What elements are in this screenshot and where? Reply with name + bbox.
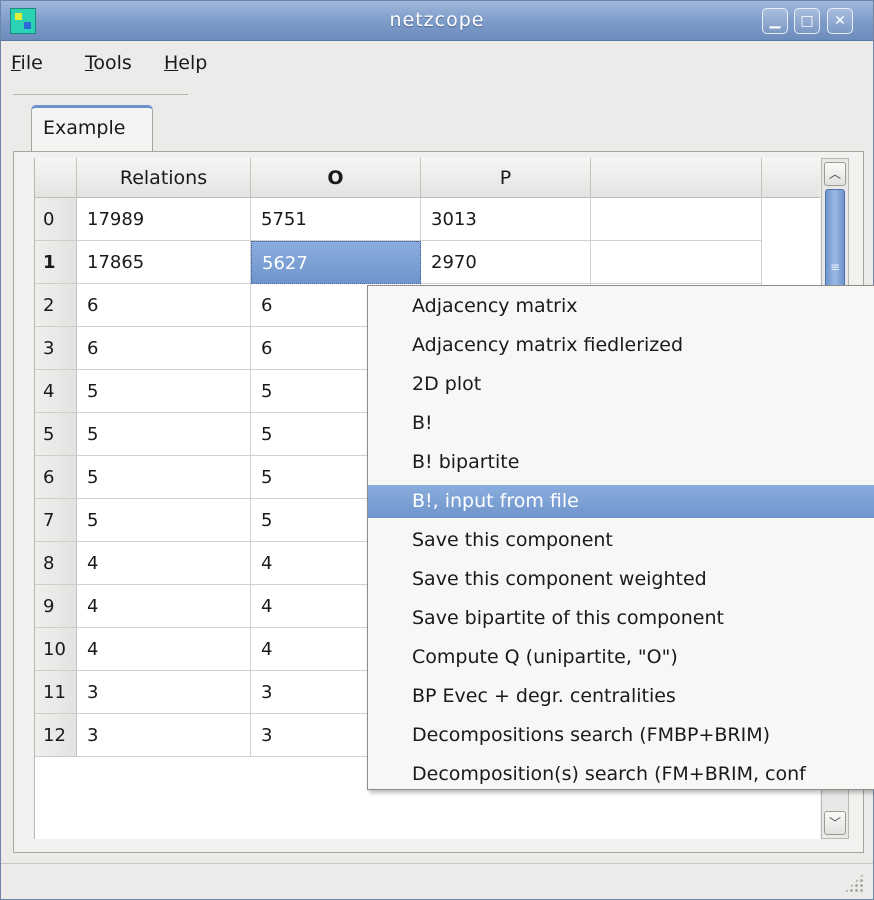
row-header[interactable]: 2 <box>35 284 77 327</box>
table-cell[interactable] <box>591 198 762 241</box>
table-cell[interactable]: 6 <box>77 327 251 370</box>
chevron-down-icon: ﹀ <box>828 816 841 830</box>
context-menu-item[interactable]: Decomposition(s) search (FM+BRIM, conf <box>368 758 874 789</box>
close-icon: ✕ <box>834 13 846 29</box>
context-menu: Adjacency matrix Adjacency matrix fiedler… <box>367 285 874 790</box>
maximize-button[interactable]: □ <box>794 8 820 34</box>
table-cell[interactable]: 4 <box>77 542 251 585</box>
table-cell[interactable]: 6 <box>77 284 251 327</box>
scroll-up-button[interactable]: ︿ <box>824 162 846 186</box>
menu-separator <box>13 94 188 95</box>
context-menu-item[interactable]: Save this component weighted <box>368 563 874 596</box>
window-title: netzcope <box>389 9 485 31</box>
context-menu-item[interactable]: Decompositions search (FMBP+BRIM) <box>368 719 874 752</box>
row-header[interactable]: 4 <box>35 370 77 413</box>
context-menu-item[interactable]: B! <box>368 407 874 440</box>
table-cell[interactable]: 5 <box>77 456 251 499</box>
row-header[interactable]: 8 <box>35 542 77 585</box>
table-cell[interactable]: 3 <box>77 671 251 714</box>
minimize-button[interactable]: ▁ <box>762 8 788 34</box>
row-header[interactable]: 12 <box>35 714 77 757</box>
grip-icon: ≡ <box>829 260 841 274</box>
table-cell[interactable]: 5751 <box>251 198 421 241</box>
column-header-p[interactable]: P <box>421 158 591 198</box>
row-header[interactable]: 3 <box>35 327 77 370</box>
menu-file[interactable]: File <box>11 52 43 74</box>
row-header[interactable]: 0 <box>35 198 77 241</box>
table-cell[interactable]: 5 <box>77 413 251 456</box>
column-header-relations[interactable]: Relations <box>77 158 251 198</box>
status-bar-divider <box>1 863 873 864</box>
table-cell[interactable]: 17865 <box>77 241 251 284</box>
row-header[interactable]: 7 <box>35 499 77 542</box>
row-header[interactable]: 5 <box>35 413 77 456</box>
menu-help[interactable]: Help <box>164 52 207 74</box>
table-cell-selected[interactable]: 5627 <box>251 241 421 284</box>
context-menu-item[interactable]: Save this component <box>368 524 874 557</box>
row-header[interactable]: 6 <box>35 456 77 499</box>
column-header-o[interactable]: O <box>251 158 421 198</box>
maximize-icon: □ <box>800 13 814 29</box>
menu-bar: File Tools Help <box>1 41 873 87</box>
tab-example[interactable]: Example <box>31 105 153 151</box>
table-cell[interactable]: 17989 <box>77 198 251 241</box>
scroll-down-button[interactable]: ﹀ <box>824 811 846 835</box>
close-button[interactable]: ✕ <box>827 8 853 34</box>
main-window: netzcope ▁ □ ✕ File Tools Help Example R… <box>0 0 874 900</box>
table-cell[interactable]: 4 <box>77 628 251 671</box>
context-menu-item[interactable]: Adjacency matrix fiedlerized <box>368 329 874 362</box>
table-cell[interactable]: 3013 <box>421 198 591 241</box>
corner-header[interactable] <box>35 158 77 198</box>
table-cell[interactable] <box>591 241 762 284</box>
table-row[interactable]: 1 17865 5627 2970 <box>35 241 820 284</box>
resize-grip-icon[interactable] <box>844 873 864 893</box>
context-menu-item[interactable]: Adjacency matrix <box>368 290 874 323</box>
minimize-icon: ▁ <box>769 13 781 29</box>
context-menu-item[interactable]: 2D plot <box>368 368 874 401</box>
column-header-empty[interactable] <box>591 158 762 198</box>
table-cell[interactable]: 3 <box>77 714 251 757</box>
header-filler <box>762 158 820 198</box>
row-header[interactable]: 9 <box>35 585 77 628</box>
title-bar[interactable]: netzcope ▁ □ ✕ <box>1 1 873 41</box>
context-menu-item[interactable]: B! bipartite <box>368 446 874 479</box>
context-menu-item[interactable]: Save bipartite of this component <box>368 602 874 635</box>
table-cell[interactable]: 5 <box>77 370 251 413</box>
table-cell[interactable]: 2970 <box>421 241 591 284</box>
row-header[interactable]: 10 <box>35 628 77 671</box>
table-cell[interactable]: 5 <box>77 499 251 542</box>
menu-tools[interactable]: Tools <box>85 52 132 74</box>
table-row[interactable]: 0 17989 5751 3013 <box>35 198 820 241</box>
row-header[interactable]: 11 <box>35 671 77 714</box>
row-header[interactable]: 1 <box>35 241 77 284</box>
context-menu-item[interactable]: B!, input from file <box>368 485 874 518</box>
context-menu-item[interactable]: Compute Q (unipartite, "O") <box>368 641 874 674</box>
context-menu-item[interactable]: BP Evec + degr. centralities <box>368 680 874 713</box>
chevron-up-icon: ︿ <box>828 167 841 181</box>
table-cell[interactable]: 4 <box>77 585 251 628</box>
